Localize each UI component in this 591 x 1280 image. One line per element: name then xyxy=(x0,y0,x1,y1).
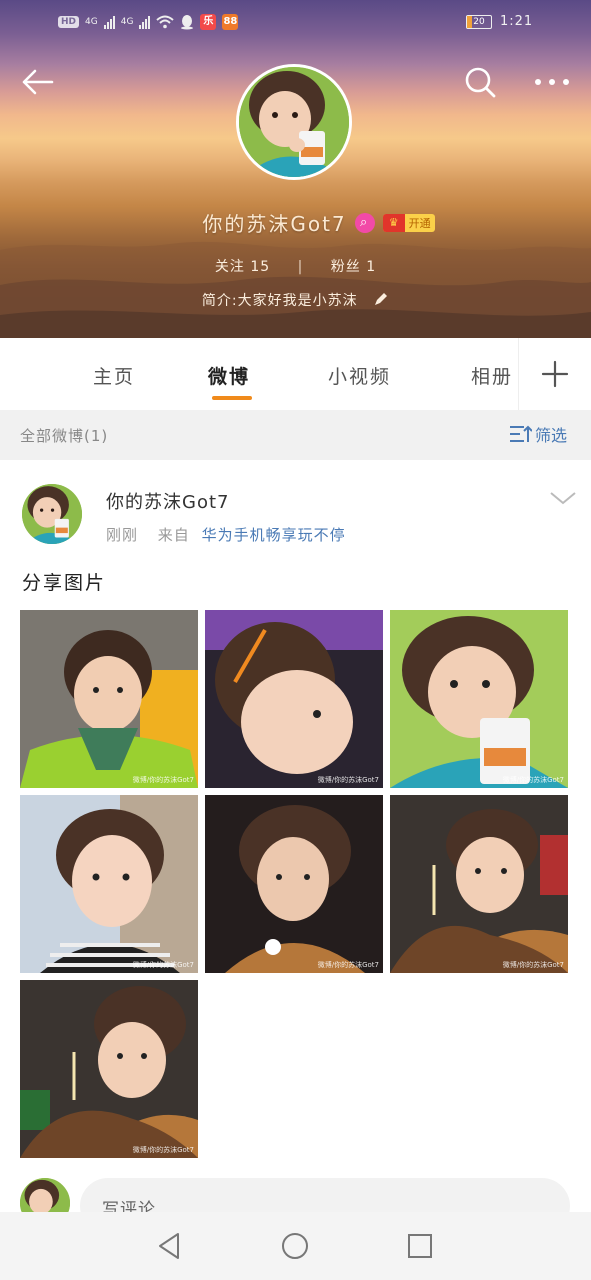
profile-stats: 关注 15 | 粉丝 1 xyxy=(0,256,591,276)
app-notification-icon-2: 88 xyxy=(222,14,239,30)
avatar-photo xyxy=(239,67,349,177)
circle-home-icon xyxy=(282,1233,308,1259)
nav-home-button[interactable] xyxy=(279,1230,311,1262)
profile-name-row: 你的苏沫Got7 ⌕ ♛ 开通 xyxy=(0,208,591,237)
post-author-name[interactable]: 你的苏沫Got7 xyxy=(106,488,229,514)
more-button[interactable] xyxy=(530,62,574,102)
post-author-avatar[interactable] xyxy=(22,484,82,544)
triangle-back-icon xyxy=(159,1233,179,1259)
post-image-grid: 微博/你的苏沫Got7 微博/你的苏沫Got7 微博/你的苏沫Got7 微博/你… xyxy=(20,610,572,1162)
post-image[interactable]: 微博/你的苏沫Got7 xyxy=(20,610,198,788)
search-icon xyxy=(465,67,496,98)
stats-divider: | xyxy=(297,259,304,275)
avatar-photo xyxy=(22,484,82,544)
status-bar: HD 4G 4G 乐 88 20 1:21 xyxy=(0,12,591,34)
post-image[interactable]: 微博/你的苏沫Got7 xyxy=(390,610,568,788)
filter-icon xyxy=(510,425,532,442)
network-type-1: 4G xyxy=(85,16,98,27)
app-notification-icon: 乐 xyxy=(200,14,217,30)
fans-stat[interactable]: 粉丝 1 xyxy=(331,259,376,275)
system-nav-bar xyxy=(0,1212,591,1280)
nav-recents-button[interactable] xyxy=(404,1230,436,1262)
search-badge-icon[interactable]: ⌕ xyxy=(354,212,375,233)
tab-album[interactable]: 相册 xyxy=(471,362,513,389)
tab-home[interactable]: 主页 xyxy=(93,362,135,389)
active-tab-indicator xyxy=(212,396,252,400)
post-menu-button[interactable] xyxy=(548,488,578,508)
pencil-icon xyxy=(375,293,388,305)
network-type-2: 4G xyxy=(120,16,134,27)
post-meta: 刚刚 来自 华为手机畅享玩不停 xyxy=(106,526,346,544)
chevron-down-icon xyxy=(550,492,576,505)
tab-weibo[interactable]: 微博 xyxy=(208,362,250,389)
filter-button[interactable]: 筛选 xyxy=(508,422,567,446)
post-image[interactable]: 微博/你的苏沫Got7 xyxy=(390,795,568,973)
post-image[interactable]: 微博/你的苏沫Got7 xyxy=(20,980,198,1158)
filter-bar: 全部微博(1) 筛选 xyxy=(0,410,591,460)
profile-name: 你的苏沫Got7 xyxy=(202,212,347,236)
back-button[interactable] xyxy=(18,62,58,102)
tab-short-video[interactable]: 小视频 xyxy=(328,362,391,389)
signal-icon xyxy=(103,15,115,29)
wifi-icon xyxy=(156,15,175,29)
profile-avatar[interactable] xyxy=(236,64,352,180)
qq-icon xyxy=(181,15,194,30)
weibo-post: 你的苏沫Got7 刚刚 来自 华为手机畅享玩不停 分享图片 微博/你的苏沫Got… xyxy=(0,460,591,1212)
post-image[interactable]: 微博/你的苏沫Got7 xyxy=(205,795,383,973)
weibo-count: 全部微博(1) xyxy=(20,427,109,445)
plus-icon xyxy=(541,360,569,388)
hd-indicator: HD xyxy=(58,16,80,28)
square-recents-icon xyxy=(408,1234,432,1258)
post-text: 分享图片 xyxy=(22,572,107,594)
battery-icon: 20 xyxy=(466,14,492,29)
comment-bar: 写评论... xyxy=(0,1166,591,1234)
profile-header: HD 4G 4G 乐 88 20 1:21 你的苏沫Got7 ⌕ ♛ 开通 关注… xyxy=(0,0,591,338)
more-dots-icon xyxy=(535,79,569,85)
post-image[interactable]: 微博/你的苏沫Got7 xyxy=(20,795,198,973)
follow-stat[interactable]: 关注 15 xyxy=(215,259,276,275)
vip-open-button[interactable]: ♛ 开通 xyxy=(382,213,435,232)
add-tab-button[interactable] xyxy=(518,338,591,410)
crown-icon: ♛ xyxy=(382,213,405,232)
signal-icon-2 xyxy=(139,15,151,29)
back-arrow-icon xyxy=(22,69,54,95)
search-button[interactable] xyxy=(460,62,500,102)
profile-bio[interactable]: 简介:大家好我是小苏沫 xyxy=(0,290,591,310)
clock: 1:21 xyxy=(500,14,534,29)
post-image[interactable]: 微博/你的苏沫Got7 xyxy=(205,610,383,788)
profile-tabs: 主页 微博 小视频 相册 xyxy=(0,338,591,410)
post-source-link[interactable]: 华为手机畅享玩不停 xyxy=(202,526,346,544)
nav-back-button[interactable] xyxy=(154,1230,186,1262)
